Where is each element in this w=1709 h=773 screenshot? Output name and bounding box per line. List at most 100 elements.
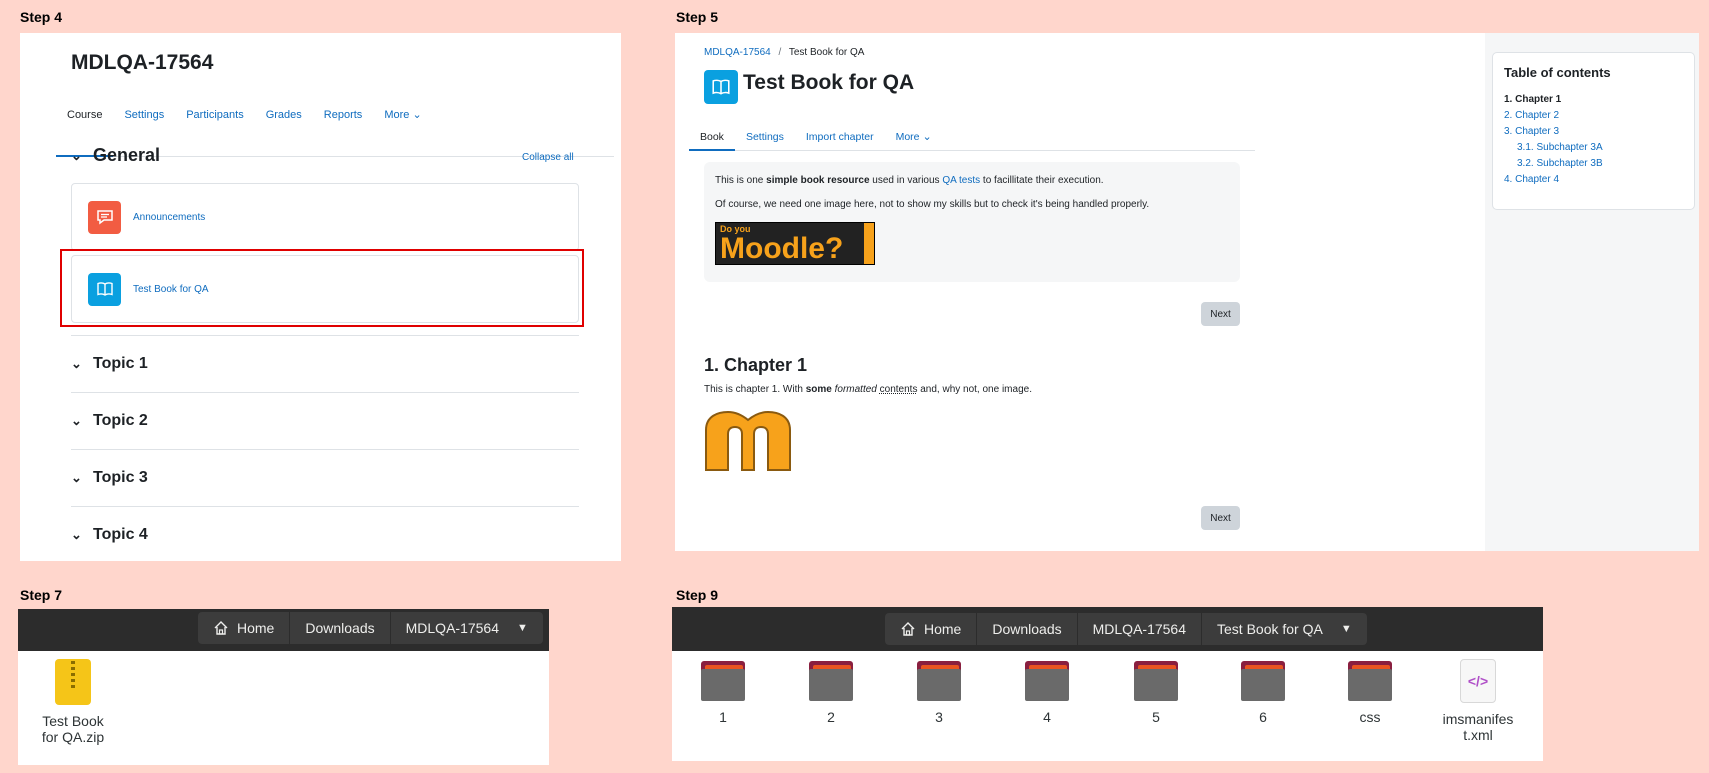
topic-title: Topic 2: [93, 412, 148, 429]
path-mdlqa-label: MDLQA-17564: [405, 620, 500, 636]
page-title: Test Book for QA: [743, 71, 915, 94]
tab-more[interactable]: More ⌄: [373, 95, 432, 157]
folder-name: 1: [719, 709, 727, 725]
tab-reports[interactable]: Reports: [313, 95, 374, 157]
section-topic-4[interactable]: ⌄ Topic 4: [71, 506, 579, 561]
chevron-down-icon[interactable]: ⌄: [71, 470, 83, 486]
tab-grades[interactable]: Grades: [255, 95, 313, 157]
topic-title: Topic 4: [93, 526, 148, 543]
section-topic-1[interactable]: ⌄ Topic 1: [71, 335, 579, 392]
intro-paragraph-2: Of course, we need one image here, not t…: [715, 199, 1150, 210]
chapter-text-part: and, why not, one image.: [917, 384, 1032, 395]
tab-import-chapter[interactable]: Import chapter: [795, 113, 885, 151]
badge-side-strip: [864, 223, 874, 264]
next-button[interactable]: Next: [1201, 506, 1240, 530]
path-home-button[interactable]: Home: [885, 613, 978, 645]
toc-drawer: Table of contents 1. Chapter 1 2. Chapte…: [1485, 33, 1699, 551]
toc-item-chapter-2[interactable]: 2. Chapter 2: [1504, 108, 1683, 124]
file-name-line: imsmanifes: [1442, 711, 1514, 727]
dropdown-arrow-icon[interactable]: ▼: [517, 612, 528, 644]
folder-item[interactable]: 5: [1111, 661, 1201, 725]
activity-announcements[interactable]: Announcements: [71, 183, 579, 251]
fm7-file-area: Test Book for QA.zip: [18, 651, 549, 765]
intro-text: This is one: [715, 175, 767, 186]
folder-name: 2: [827, 709, 835, 725]
folder-name: 6: [1259, 709, 1267, 725]
folder-name: 4: [1043, 709, 1051, 725]
toc-item-subchapter-3a[interactable]: 3.1. Subchapter 3A: [1504, 140, 1683, 156]
table-of-contents: Table of contents 1. Chapter 1 2. Chapte…: [1492, 52, 1695, 210]
chevron-down-icon[interactable]: ⌄: [71, 148, 83, 164]
folder-icon: [1134, 661, 1178, 701]
tab-participants[interactable]: Participants: [175, 95, 254, 157]
tab-book[interactable]: Book: [689, 113, 735, 151]
fm7-header-bar: Home Downloads MDLQA-17564 ▼: [18, 609, 549, 651]
path-downloads-button[interactable]: Downloads: [290, 612, 391, 644]
folder-icon: [1241, 661, 1285, 701]
home-icon: [214, 621, 228, 635]
zip-file-icon: [55, 659, 91, 705]
tab-more[interactable]: More ⌄: [885, 113, 943, 151]
code-file-icon: </>: [1460, 659, 1496, 703]
dropdown-arrow-icon[interactable]: ▼: [1341, 613, 1352, 645]
highlight-box: [60, 249, 584, 327]
do-you-moodle-image: Do you Moodle?: [715, 222, 875, 265]
folder-name: 3: [935, 709, 943, 725]
book-page-panel: MDLQA-17564 / Test Book for QA Test Book…: [675, 33, 1699, 551]
intro-text: used in various: [869, 175, 943, 186]
chapter-text-italic: formatted: [834, 384, 877, 395]
collapse-all-link[interactable]: Collapse all: [522, 152, 574, 163]
path-test-book-button[interactable]: Test Book for QA ▼: [1202, 613, 1367, 645]
chapter-text-abbr: contents: [879, 384, 918, 395]
breadcrumb-course-link[interactable]: MDLQA-17564: [704, 47, 771, 58]
activity-announcements-link[interactable]: Announcements: [133, 212, 205, 223]
folder-item[interactable]: 1: [678, 661, 768, 725]
chevron-down-icon[interactable]: ⌄: [71, 413, 83, 429]
folder-icon: [1025, 661, 1069, 701]
chevron-down-icon[interactable]: ⌄: [71, 527, 83, 543]
folder-item[interactable]: css: [1325, 661, 1415, 725]
folder-icon: [917, 661, 961, 701]
toc-item-subchapter-3b[interactable]: 3.2. Subchapter 3B: [1504, 156, 1683, 172]
fm7-path-bar: Home Downloads MDLQA-17564 ▼: [198, 612, 543, 644]
next-button[interactable]: Next: [1201, 302, 1240, 326]
toc-title: Table of contents: [1504, 65, 1611, 80]
path-mdlqa-button[interactable]: MDLQA-17564: [1077, 613, 1203, 645]
forum-icon: [88, 200, 121, 234]
breadcrumb-current: Test Book for QA: [788, 47, 865, 58]
folder-item[interactable]: 4: [1002, 661, 1092, 725]
section-topic-2[interactable]: ⌄ Topic 2: [71, 392, 579, 449]
chevron-down-icon: ⌄: [922, 131, 932, 143]
toc-item-chapter-1: 1. Chapter 1: [1504, 94, 1562, 105]
section-general-title: General: [93, 145, 161, 165]
section-general-header[interactable]: ⌄ General: [71, 145, 160, 166]
fm9-file-area: 1 2 3 4 5 6 css </> imsmanifes t.xml: [672, 651, 1543, 761]
path-home-label: Home: [924, 621, 962, 637]
chapter-title: 1. Chapter 1: [704, 355, 808, 375]
xml-file-item[interactable]: </> imsmanifes t.xml: [1433, 659, 1523, 743]
chevron-down-icon[interactable]: ⌄: [71, 356, 83, 372]
path-home-button[interactable]: Home: [198, 612, 291, 644]
step-9-label: Step 9: [676, 587, 719, 603]
zip-file-item[interactable]: Test Book for QA.zip: [28, 659, 118, 745]
step-4-label: Step 4: [20, 9, 63, 25]
path-mdlqa-button[interactable]: MDLQA-17564 ▼: [390, 612, 543, 644]
toc-item-chapter-4[interactable]: 4. Chapter 4: [1504, 172, 1683, 188]
toc-item-chapter-3[interactable]: 3. Chapter 3: [1504, 124, 1683, 140]
tab-settings[interactable]: Settings: [735, 113, 795, 151]
breadcrumb: MDLQA-17564 / Test Book for QA: [704, 47, 864, 58]
home-icon: [901, 622, 915, 636]
section-topic-3[interactable]: ⌄ Topic 3: [71, 449, 579, 506]
tab-more-label: More: [384, 109, 410, 121]
folder-item[interactable]: 6: [1218, 661, 1308, 725]
fm9-path-bar: Home Downloads MDLQA-17564 Test Book for…: [885, 613, 1367, 645]
tab-more-label: More: [895, 131, 920, 143]
course-title: MDLQA-17564: [71, 51, 214, 74]
path-downloads-button[interactable]: Downloads: [977, 613, 1078, 645]
breadcrumb-separator: /: [778, 47, 782, 58]
step-7-label: Step 7: [20, 587, 63, 603]
folder-item[interactable]: 3: [894, 661, 984, 725]
moodle-m-logo: [705, 410, 791, 471]
folder-item[interactable]: 2: [786, 661, 876, 725]
qa-tests-link[interactable]: QA tests: [942, 175, 980, 186]
